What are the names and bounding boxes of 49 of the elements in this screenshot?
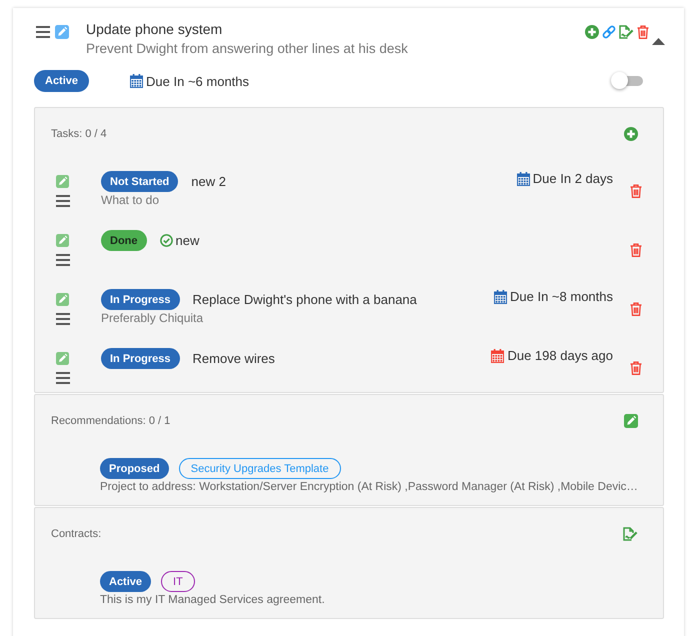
edit-icon[interactable] <box>624 414 638 428</box>
due-date: Due In ~8 months <box>510 289 613 304</box>
status-badge: Active <box>34 70 90 92</box>
task-title: new 2 <box>191 174 226 189</box>
due-date: Due In ~6 months <box>146 74 250 88</box>
section-heading: Tasks: 0 / 4 <box>51 128 107 140</box>
section-heading: Contracts: <box>51 528 102 540</box>
edit-icon[interactable] <box>56 175 69 188</box>
menu-icon[interactable] <box>56 313 70 325</box>
trash-icon[interactable] <box>630 184 642 198</box>
status-badge: Not Started <box>101 171 178 192</box>
task-title: new <box>176 233 200 248</box>
task-description: Preferably Chiquita <box>101 310 204 326</box>
tag-label: Security Upgrades Template <box>178 458 341 479</box>
status-badge: Proposed <box>100 458 169 479</box>
task-title: Replace Dwight's phone with a banana <box>192 292 417 307</box>
trash-icon[interactable] <box>630 243 642 257</box>
signed-document-icon[interactable] <box>619 25 634 39</box>
menu-icon[interactable] <box>56 372 70 384</box>
caret-up-icon[interactable] <box>652 38 665 45</box>
edit-icon[interactable] <box>56 352 69 365</box>
menu-icon[interactable] <box>56 195 70 207</box>
project-description: Prevent Dwight from answering other lines at his desk <box>86 40 409 58</box>
menu-icon[interactable] <box>36 26 50 38</box>
plus-circle-icon[interactable] <box>585 25 599 39</box>
project-title: Update phone system <box>86 20 224 39</box>
recommendation-description: Project to address: Workstation/Server Encryption (At Risk) ,Password Manager (At Risk) ,Mobile Devic… <box>100 480 638 495</box>
contract-description: This is my IT Managed Services agreement. <box>100 593 326 608</box>
toggle-switch[interactable] <box>611 72 643 90</box>
section-heading: Recommendations: 0 / 1 <box>51 415 170 427</box>
signed-document-icon[interactable] <box>623 527 638 541</box>
status-badge: In Progress <box>101 348 180 369</box>
trash-icon[interactable] <box>630 361 642 375</box>
status-badge: Active <box>100 571 152 592</box>
link-icon[interactable] <box>602 25 616 39</box>
task-title: Remove wires <box>192 351 275 366</box>
status-badge: Done <box>101 230 146 251</box>
task-description: What to do <box>101 192 160 208</box>
edit-icon[interactable] <box>56 234 69 247</box>
menu-icon[interactable] <box>56 254 70 266</box>
due-date: Due In 2 days <box>532 171 613 186</box>
tag-label: IT <box>161 571 195 592</box>
edit-icon[interactable] <box>55 25 69 39</box>
plus-circle-icon[interactable] <box>624 127 638 141</box>
status-badge: In Progress <box>101 289 180 310</box>
trash-icon[interactable] <box>630 302 642 316</box>
edit-icon[interactable] <box>56 293 69 306</box>
due-date: Due 198 days ago <box>507 348 613 363</box>
trash-icon[interactable] <box>637 25 649 39</box>
